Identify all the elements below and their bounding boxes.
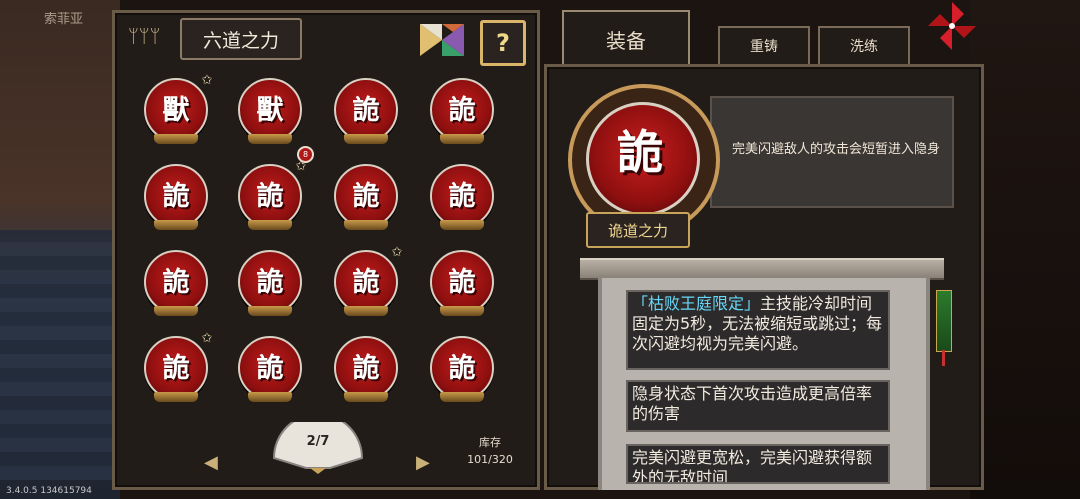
- effect-entry-3: 完美闪避更宽松，完美闪避获得额外的无敌时间: [626, 444, 890, 484]
- orb-stand: [154, 392, 198, 402]
- effect-entry-1: 「枯败王庭限定」主技能冷却时间固定为5秒，无法被缩短或跳过；每次闪避均视为完美闪…: [626, 290, 890, 370]
- orb-glyph: 獸: [256, 95, 284, 126]
- rune-orb[interactable]: 詭 ✩ 8: [238, 146, 314, 230]
- rune-orb[interactable]: 詭: [430, 78, 494, 144]
- rune-orb[interactable]: 詭 ✩: [334, 246, 402, 316]
- rune-orb[interactable]: 詭: [334, 336, 398, 402]
- rune-orb[interactable]: 詭: [430, 250, 494, 316]
- tab-refine[interactable]: 洗练: [818, 26, 910, 66]
- orb-glyph: 詭: [352, 353, 380, 384]
- orb-glyph: 詭: [448, 95, 476, 126]
- scroll-rod: [580, 258, 944, 280]
- game-background-right: [970, 0, 1080, 499]
- panel-title: 六道之力: [180, 18, 302, 60]
- orb-glyph: 詭: [448, 181, 476, 212]
- orb-glyph: 獸: [162, 95, 190, 126]
- rune-orb[interactable]: 詭: [144, 250, 208, 316]
- star-icon: ✩: [201, 331, 213, 346]
- orb-glyph: 詭: [256, 267, 284, 298]
- orb-glyph: 詭: [448, 353, 476, 384]
- orb-glyph: 詭: [256, 181, 284, 212]
- orb-stand: [248, 220, 292, 230]
- rune-orb[interactable]: 詭: [334, 164, 398, 230]
- tangram-icon[interactable]: [420, 24, 464, 56]
- rune-orb[interactable]: 獸 ✩: [144, 74, 212, 144]
- background-tiles: [0, 230, 120, 480]
- power-description: 完美闪避敌人的攻击会短暂进入隐身: [731, 142, 940, 157]
- effect-entry-2: 隐身状态下首次攻击造成更高倍率的伤害: [626, 380, 890, 432]
- storage-label: 库存: [479, 436, 501, 449]
- tassel-rope: [942, 350, 945, 366]
- orb-stand: [344, 306, 388, 316]
- next-page-arrow-icon[interactable]: ▶: [416, 452, 430, 473]
- orb-glyph: 詭: [352, 95, 380, 126]
- orb-glyph: 詭: [162, 267, 190, 298]
- rune-orb[interactable]: 詭: [238, 336, 302, 402]
- prev-page-arrow-icon[interactable]: ◀: [204, 452, 218, 473]
- star-icon: ✩: [391, 245, 403, 260]
- rune-orb[interactable]: 詭 ✩: [144, 332, 212, 402]
- orb-glyph: 詭: [162, 181, 190, 212]
- character-name: 索菲亚: [44, 12, 84, 27]
- orb-glyph: 詭: [352, 181, 380, 212]
- effect-text: 隐身状态下首次攻击造成更高倍率的伤害: [632, 384, 873, 423]
- orb-stand: [440, 392, 484, 402]
- orb-stand: [440, 220, 484, 230]
- effect-text: 完美闪避更宽松，完美闪避获得额外的无敌时间: [632, 448, 873, 484]
- page-indicator: 2/7: [306, 434, 330, 449]
- orb-stand: [440, 306, 484, 316]
- power-name: 诡道之力: [586, 212, 690, 248]
- orb-glyph: 詭: [256, 353, 284, 384]
- orb-stand: [248, 392, 292, 402]
- orb-stand: [248, 134, 292, 144]
- rune-orb[interactable]: 詭: [430, 164, 494, 230]
- orb-stand: [440, 134, 484, 144]
- orb-stand: [248, 306, 292, 316]
- storage-value: 101/320: [467, 453, 513, 466]
- orb-stand: [154, 220, 198, 230]
- rune-orb[interactable]: 獸: [238, 78, 302, 144]
- orb-glyph: 詭: [352, 267, 380, 298]
- orb-stand: [344, 392, 388, 402]
- rune-orb[interactable]: 詭: [334, 78, 398, 144]
- game-background: [0, 0, 120, 499]
- orb-glyph: 詭: [162, 353, 190, 384]
- rune-orb[interactable]: 詭: [144, 164, 208, 230]
- orb-stand: [154, 134, 198, 144]
- storage-counter: 库存 101/320: [460, 434, 520, 468]
- orb-stand: [154, 306, 198, 316]
- star-icon: ✩: [201, 73, 213, 88]
- orb-stand: [344, 134, 388, 144]
- tab-reforge[interactable]: 重铸: [718, 26, 810, 66]
- jade-tassel-icon: [936, 290, 952, 352]
- effect-highlight: 「枯败王庭限定」: [632, 294, 761, 313]
- orb-glyph: 詭: [448, 267, 476, 298]
- version-label: 3.4.0.5 134615794: [6, 486, 92, 496]
- candle-icon: ᛘᛘᛘ: [128, 26, 161, 47]
- pinwheel-icon: [928, 2, 976, 50]
- rune-orb[interactable]: 詭: [238, 250, 302, 316]
- selected-orb-glyph: 詭: [617, 125, 663, 179]
- rune-orb[interactable]: 詭: [430, 336, 494, 402]
- count-badge: 8: [297, 146, 314, 163]
- tab-equip[interactable]: 装备: [562, 10, 690, 68]
- help-button[interactable]: ?: [480, 20, 526, 66]
- orb-stand: [344, 220, 388, 230]
